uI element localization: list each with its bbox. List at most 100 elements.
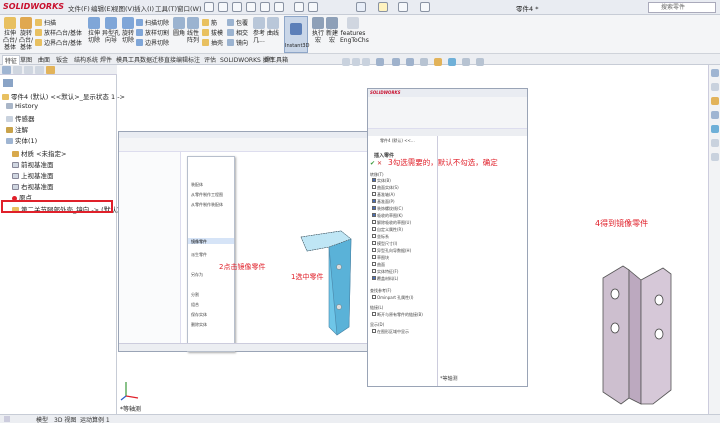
- resources-icon[interactable]: [711, 83, 719, 91]
- wrap-button[interactable]: 包覆: [227, 18, 248, 27]
- zoom-area-icon[interactable]: [352, 58, 360, 66]
- rebuild-icon[interactable]: [294, 2, 304, 12]
- shot2-option-row[interactable]: 实体(B): [372, 178, 391, 184]
- intersect-button[interactable]: 相交: [227, 28, 248, 37]
- features-engtochs-button[interactable]: features EngToChs: [340, 17, 369, 44]
- shot2-option-row[interactable]: 坐标系: [372, 234, 389, 240]
- tab-structure-system[interactable]: 结构系统: [72, 55, 100, 64]
- home-pane-icon[interactable]: [711, 69, 719, 77]
- extrude-cut-button[interactable]: 拉伸 切除: [86, 17, 102, 44]
- checkbox[interactable]: [372, 199, 376, 203]
- checkbox[interactable]: [372, 269, 376, 273]
- checkbox[interactable]: [372, 213, 376, 217]
- settings-icon[interactable]: [420, 2, 430, 12]
- shot1-menu-item-drawing[interactable]: 从零件制作工程图: [191, 192, 223, 198]
- shot2-option-row[interactable]: 装饰螺纹线(C): [372, 206, 403, 212]
- view-orientation-icon[interactable]: [392, 58, 400, 66]
- shot2-option-row[interactable]: 异型孔向导数据(H): [372, 248, 411, 254]
- shot2-option-row[interactable]: 自定义属性(R): [372, 227, 403, 233]
- fillet-button[interactable]: 圆角: [172, 17, 186, 37]
- shot2-option-row[interactable]: 曲面实体(S): [372, 185, 399, 191]
- shot2-option-row[interactable]: 草图块: [372, 255, 389, 261]
- tree-item-sensors[interactable]: 传感器: [6, 113, 35, 123]
- hide-show-icon[interactable]: [420, 58, 428, 66]
- checkbox[interactable]: [372, 248, 376, 252]
- mirror-button[interactable]: 镜向: [227, 38, 248, 47]
- display-style-icon[interactable]: [406, 58, 414, 66]
- shot1-menu-item-make-assembly[interactable]: 从零件制作装配体: [191, 202, 223, 208]
- dimxpert-tab-icon[interactable]: [35, 66, 44, 74]
- new-macro-button[interactable]: 新建 宏: [326, 17, 338, 44]
- feature-tree-tab-icon[interactable]: [2, 66, 11, 74]
- cancel-x-icon[interactable]: ✕: [377, 160, 382, 167]
- shot2-link-option[interactable]: 断开与原有零件的链接(B): [372, 312, 423, 318]
- checkbox[interactable]: [372, 220, 376, 224]
- menu-window[interactable]: 窗口(W): [177, 3, 202, 13]
- shot1-menu-item-assembly[interactable]: 装配体: [191, 182, 203, 188]
- draft-button[interactable]: 拔模: [202, 28, 223, 37]
- menu-view[interactable]: 视图(V): [112, 3, 135, 13]
- swept-cut-button[interactable]: 扫描切除: [136, 18, 169, 27]
- menu-file[interactable]: 文件(F): [68, 3, 90, 13]
- tree-item-top-plane[interactable]: 上视基准面: [12, 170, 54, 180]
- file-explorer-icon[interactable]: [711, 111, 719, 119]
- hole-wizard-button[interactable]: 异型孔 向导: [102, 17, 120, 44]
- options-icon[interactable]: [308, 2, 318, 12]
- library-icon[interactable]: [711, 97, 719, 105]
- tab-sketch[interactable]: 草图: [18, 55, 34, 64]
- tab-sheet-metal[interactable]: 钣金: [54, 55, 70, 64]
- tree-item-annotations[interactable]: 注解: [6, 124, 28, 134]
- revolve-boss-button[interactable]: 旋转 凸台/ 基体: [18, 17, 34, 51]
- boundary-cut-button[interactable]: 边界切除: [136, 38, 169, 47]
- revolve-cut-button[interactable]: 旋转 切除: [120, 17, 136, 44]
- open-file-icon[interactable]: [232, 2, 242, 12]
- shot2-option-row[interactable]: 覆盖材料(L): [372, 276, 398, 282]
- checkbox[interactable]: [372, 192, 376, 196]
- shot2-option-row[interactable]: 基准面(P): [372, 199, 395, 205]
- shot2-option-row[interactable]: 基准轴(A): [372, 192, 395, 198]
- checkbox[interactable]: [372, 276, 376, 280]
- run-macro-button[interactable]: 执行 宏: [312, 17, 324, 44]
- undo-icon[interactable]: [274, 2, 284, 12]
- save-icon[interactable]: [246, 2, 256, 12]
- menu-edit[interactable]: 编辑(E): [91, 3, 113, 13]
- menu-tools[interactable]: 工具(T): [155, 3, 177, 13]
- instant3d-button[interactable]: Instant3D: [284, 16, 309, 53]
- lofted-cut-button[interactable]: 放样切割: [136, 28, 169, 37]
- checkbox[interactable]: [372, 241, 376, 245]
- boundary-boss-button[interactable]: 边界凸台/基体: [35, 38, 82, 47]
- filter-icon[interactable]: [3, 79, 13, 87]
- rib-button[interactable]: 筋: [202, 18, 217, 27]
- curves-button[interactable]: 曲线: [266, 17, 280, 37]
- tree-item-history[interactable]: History: [6, 102, 38, 110]
- loft-boss-button[interactable]: 放样凸台/基体: [35, 28, 82, 37]
- section-view-icon[interactable]: [376, 58, 384, 66]
- print-icon[interactable]: [260, 2, 270, 12]
- shot2-option-row[interactable]: 吸收的草图(K): [372, 213, 403, 219]
- appearance-icon[interactable]: [434, 58, 442, 66]
- shot1-menu-item-save-as[interactable]: 另存为: [191, 272, 203, 278]
- shot2-find-option[interactable]: Ominpart 孔属性(I): [372, 295, 413, 301]
- sweep-button[interactable]: 扫描: [35, 18, 56, 27]
- tree-item-front-plane[interactable]: 前视基准面: [12, 159, 54, 169]
- menu-insert[interactable]: 插入(I): [134, 3, 154, 13]
- checkbox[interactable]: [372, 234, 376, 238]
- tab-weldments[interactable]: 焊件: [98, 55, 114, 64]
- shot2-option-row[interactable]: 曲面: [372, 262, 385, 268]
- traffic-light-icon[interactable]: [378, 2, 388, 12]
- forum-icon[interactable]: [711, 153, 719, 161]
- shot1-menu-item-derived[interactable]: 派生零件: [191, 252, 207, 258]
- shot1-menu-item-save-bodies[interactable]: 保存实体: [191, 312, 207, 318]
- shot1-menu-item-combine[interactable]: 组合: [191, 302, 199, 308]
- property-tab-icon[interactable]: [13, 66, 22, 74]
- home-icon[interactable]: [204, 2, 214, 12]
- tab-markup[interactable]: 标注: [186, 55, 202, 64]
- shot2-option-row[interactable]: 模型尺寸(I): [372, 241, 397, 247]
- shot1-menu-item-delete-body[interactable]: 删除实体: [191, 322, 207, 328]
- display-tab-icon[interactable]: [46, 66, 55, 74]
- measure-icon[interactable]: [398, 2, 408, 12]
- new-file-icon[interactable]: [218, 2, 228, 12]
- checkbox[interactable]: [372, 178, 376, 182]
- tab-evaluate[interactable]: 评估: [202, 55, 218, 64]
- tree-root[interactable]: 零件4 (默认) <<默认>_显示状态 1 ->: [2, 91, 125, 101]
